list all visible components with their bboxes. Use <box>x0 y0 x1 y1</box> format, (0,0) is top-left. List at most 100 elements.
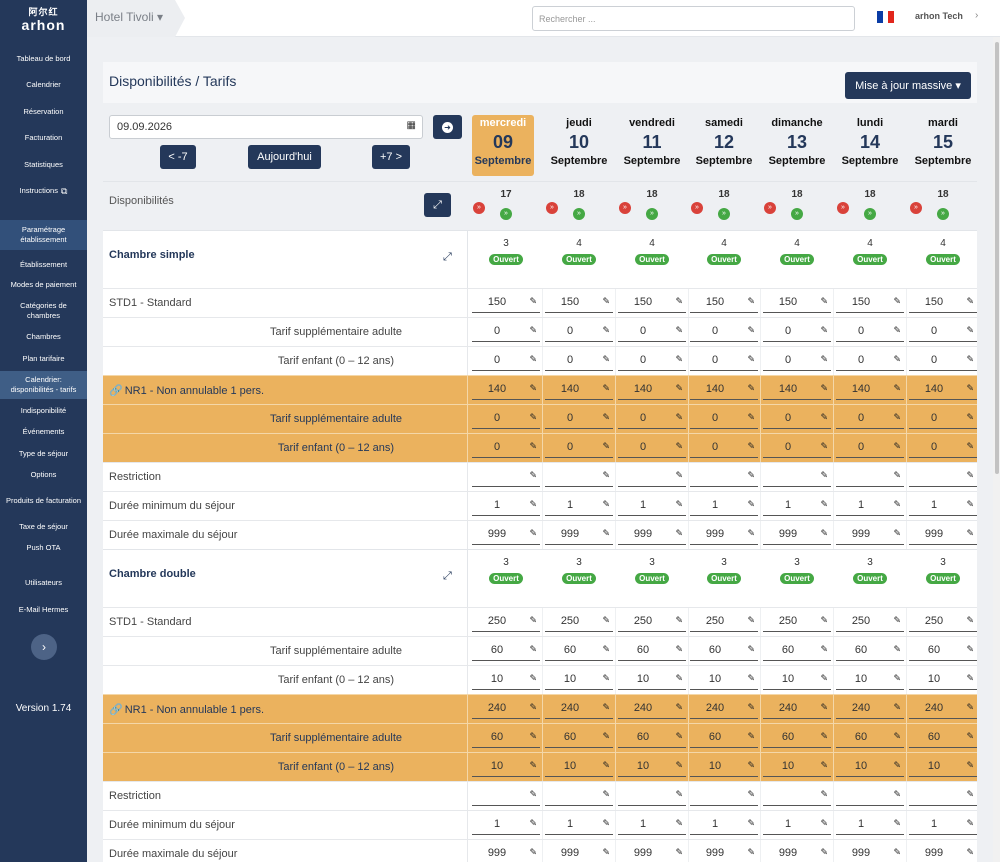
sidebar-item-7[interactable]: Établissement <box>0 257 87 273</box>
edit-icon[interactable]: ✎ <box>893 441 901 452</box>
edit-icon[interactable]: ✎ <box>529 499 537 510</box>
rate-value-field[interactable]: 250 ✎ <box>763 612 831 632</box>
rate-value-field[interactable]: 10 ✎ <box>472 670 540 690</box>
rate-value-field[interactable]: 0 ✎ <box>763 409 831 429</box>
edit-icon[interactable]: ✎ <box>820 644 828 655</box>
rate-value-field[interactable]: 999 ✎ <box>472 525 540 545</box>
edit-icon[interactable]: ✎ <box>966 470 974 481</box>
rate-value-field[interactable]: 1 ✎ <box>472 815 540 835</box>
edit-icon[interactable]: ✎ <box>820 441 828 452</box>
date-input[interactable]: 09.09.2026 ▦ <box>109 115 423 139</box>
rate-value-field[interactable]: 250 ✎ <box>618 612 686 632</box>
arrow-down-red-icon[interactable]: » <box>837 202 849 214</box>
rate-value-field[interactable]: 10 ✎ <box>909 757 977 777</box>
rate-value-field[interactable]: 0 ✎ <box>836 409 904 429</box>
edit-icon[interactable]: ✎ <box>602 847 610 858</box>
edit-icon[interactable]: ✎ <box>747 412 755 423</box>
edit-icon[interactable]: ✎ <box>893 760 901 771</box>
sidebar-item-4[interactable]: Statistiques <box>0 157 87 173</box>
edit-icon[interactable]: ✎ <box>747 847 755 858</box>
rate-value-field[interactable]: 60 ✎ <box>618 641 686 661</box>
rate-value-field[interactable]: 999 ✎ <box>472 844 540 862</box>
edit-icon[interactable]: ✎ <box>820 412 828 423</box>
rate-value-field[interactable]: 240 ✎ <box>690 699 758 719</box>
rate-value-field[interactable]: 10 ✎ <box>618 757 686 777</box>
edit-icon[interactable]: ✎ <box>529 325 537 336</box>
user-name[interactable]: arhon Tech <box>915 11 963 21</box>
edit-icon[interactable]: ✎ <box>820 789 828 800</box>
search-input[interactable]: Rechercher ... <box>532 6 855 31</box>
edit-icon[interactable]: ✎ <box>820 499 828 510</box>
edit-icon[interactable]: ✎ <box>675 470 683 481</box>
day-header[interactable]: jeudi 10 Septembre <box>543 115 615 176</box>
edit-icon[interactable]: ✎ <box>675 760 683 771</box>
sidebar-item-14[interactable]: Événements <box>0 424 87 440</box>
day-header[interactable]: vendredi 11 Septembre <box>616 115 688 176</box>
rate-value-field[interactable]: 250 ✎ <box>909 612 977 632</box>
edit-icon[interactable]: ✎ <box>675 789 683 800</box>
rate-value-field[interactable]: 60 ✎ <box>618 728 686 748</box>
sidebar-item-21[interactable]: E-Mail Hermes <box>0 602 87 618</box>
rate-value-field[interactable]: 240 ✎ <box>545 699 613 719</box>
rate-value-field[interactable]: 240 ✎ <box>836 699 904 719</box>
edit-icon[interactable]: ✎ <box>529 731 537 742</box>
edit-icon[interactable]: ✎ <box>966 673 974 684</box>
rate-value-field[interactable]: ✎ <box>836 467 904 487</box>
edit-icon[interactable]: ✎ <box>747 702 755 713</box>
arrow-down-green-icon[interactable]: » <box>646 208 658 220</box>
edit-icon[interactable]: ✎ <box>893 325 901 336</box>
edit-icon[interactable]: ✎ <box>675 673 683 684</box>
edit-icon[interactable]: ✎ <box>675 383 683 394</box>
edit-icon[interactable]: ✎ <box>820 818 828 829</box>
sidebar-item-9[interactable]: Catégories de chambres <box>0 297 87 325</box>
edit-icon[interactable]: ✎ <box>966 818 974 829</box>
edit-icon[interactable]: ✎ <box>966 441 974 452</box>
edit-icon[interactable]: ✎ <box>820 296 828 307</box>
edit-icon[interactable]: ✎ <box>675 731 683 742</box>
edit-icon[interactable]: ✎ <box>747 528 755 539</box>
rate-value-field[interactable]: 240 ✎ <box>909 699 977 719</box>
rate-value-field[interactable]: 1 ✎ <box>763 496 831 516</box>
rate-value-field[interactable]: 0 ✎ <box>618 409 686 429</box>
rate-value-field[interactable]: 10 ✎ <box>836 757 904 777</box>
rate-value-field[interactable]: 150 ✎ <box>763 293 831 313</box>
edit-icon[interactable]: ✎ <box>747 789 755 800</box>
rate-value-field[interactable]: ✎ <box>618 467 686 487</box>
rate-value-field[interactable]: 250 ✎ <box>690 612 758 632</box>
rate-value-field[interactable]: 0 ✎ <box>836 438 904 458</box>
arrow-down-red-icon[interactable]: » <box>764 202 776 214</box>
rate-value-field[interactable]: 60 ✎ <box>836 728 904 748</box>
day-header[interactable]: dimanche 13 Septembre <box>761 115 833 176</box>
sidebar-item-3[interactable]: Facturation <box>0 130 87 146</box>
day-header[interactable]: samedi 12 Septembre <box>688 115 760 176</box>
rate-value-field[interactable]: ✎ <box>618 786 686 806</box>
edit-icon[interactable]: ✎ <box>820 383 828 394</box>
rate-value-field[interactable]: 1 ✎ <box>763 815 831 835</box>
edit-icon[interactable]: ✎ <box>529 383 537 394</box>
rate-value-field[interactable]: ✎ <box>545 467 613 487</box>
day-header[interactable]: lundi 14 Septembre <box>834 115 906 176</box>
edit-icon[interactable]: ✎ <box>820 615 828 626</box>
rate-value-field[interactable]: 0 ✎ <box>618 322 686 342</box>
rate-value-field[interactable]: 10 ✎ <box>836 670 904 690</box>
edit-icon[interactable]: ✎ <box>966 731 974 742</box>
rate-value-field[interactable]: 1 ✎ <box>618 815 686 835</box>
rate-value-field[interactable]: 10 ✎ <box>763 757 831 777</box>
rate-value-field[interactable]: 1 ✎ <box>690 815 758 835</box>
edit-icon[interactable]: ✎ <box>675 412 683 423</box>
expand-all-button[interactable]: ⤢ <box>424 193 451 217</box>
edit-icon[interactable]: ✎ <box>820 325 828 336</box>
rate-value-field[interactable]: 0 ✎ <box>763 322 831 342</box>
edit-icon[interactable]: ✎ <box>675 325 683 336</box>
edit-icon[interactable]: ✎ <box>893 470 901 481</box>
rate-value-field[interactable]: 0 ✎ <box>909 351 977 371</box>
expand-room-icon[interactable]: ⤢ <box>443 251 452 264</box>
expand-room-icon[interactable]: ⤢ <box>443 570 452 583</box>
rate-value-field[interactable]: 1 ✎ <box>909 815 977 835</box>
edit-icon[interactable]: ✎ <box>820 731 828 742</box>
edit-icon[interactable]: ✎ <box>820 702 828 713</box>
rate-value-field[interactable]: 150 ✎ <box>545 293 613 313</box>
rate-value-field[interactable]: 999 ✎ <box>690 525 758 545</box>
rate-value-field[interactable]: 0 ✎ <box>472 322 540 342</box>
sidebar-item-1[interactable]: Calendrier <box>0 77 87 93</box>
